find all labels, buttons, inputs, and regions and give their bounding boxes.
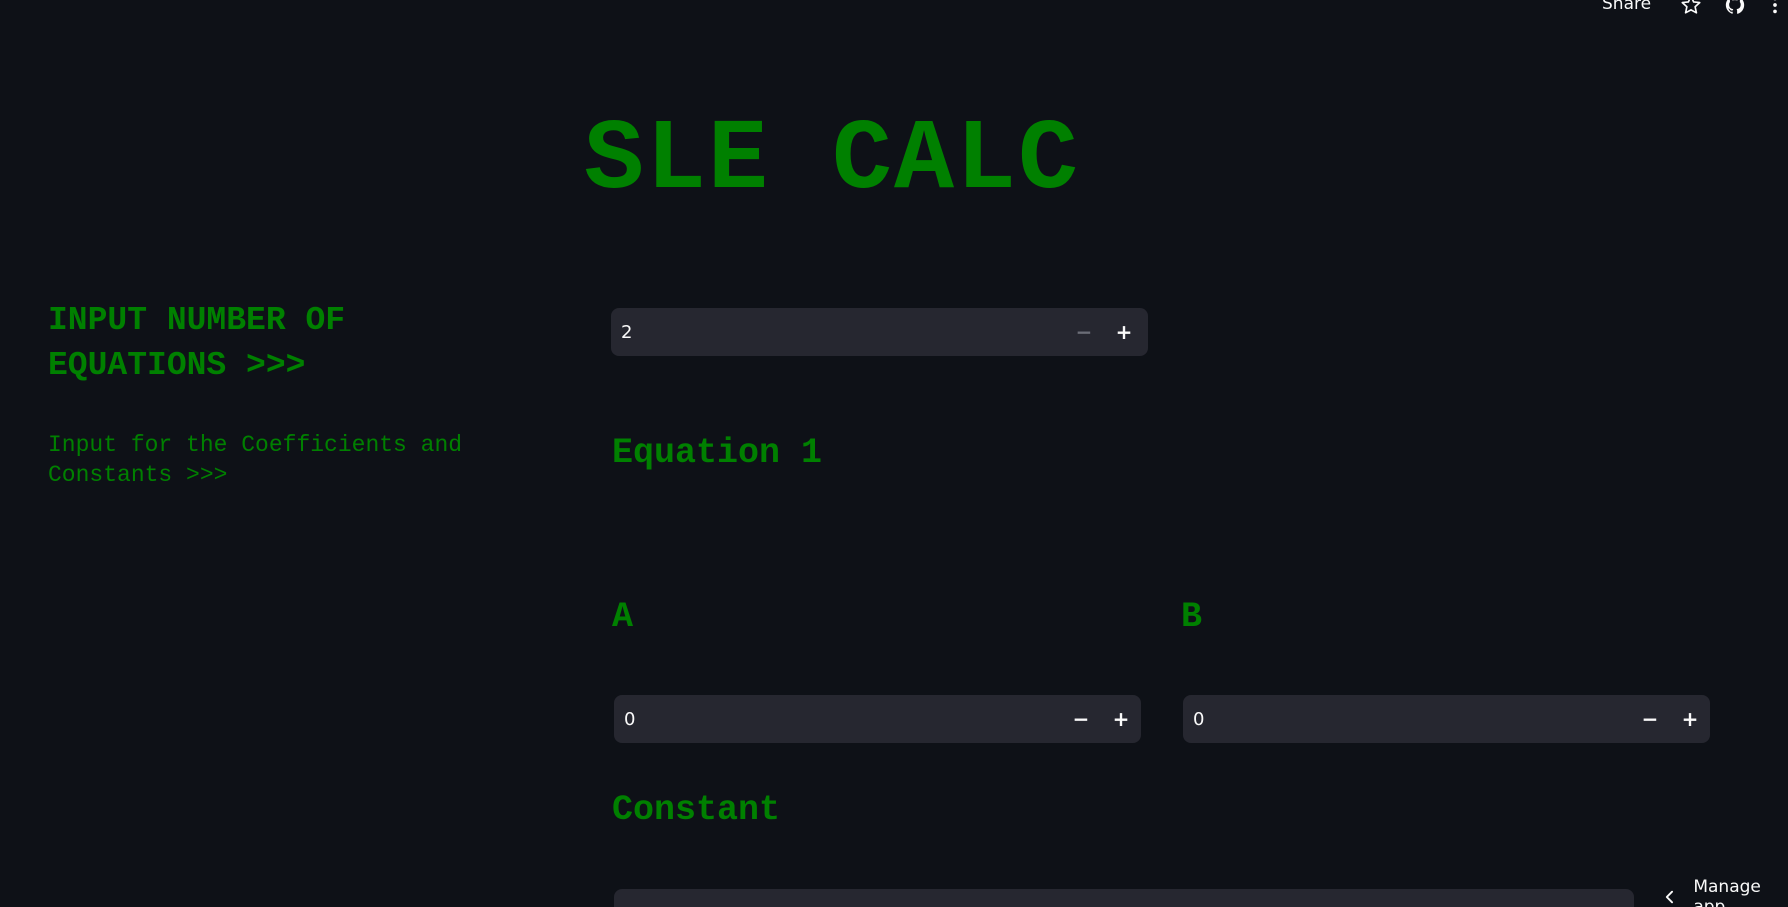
num-equations-value[interactable]: 2 (611, 322, 1064, 343)
num-equations-heading: INPUT NUMBER OF EQUATIONS >>> (48, 302, 346, 384)
coefficient-a-value[interactable]: 0 (614, 709, 1061, 730)
more-vert-icon[interactable] (1764, 0, 1786, 16)
equation-heading: Equation 1 (612, 433, 823, 473)
manage-app-label: Manage app (1693, 877, 1761, 907)
github-icon[interactable] (1724, 0, 1746, 16)
top-toolbar: Share (1588, 0, 1788, 16)
share-button[interactable]: Share (1602, 0, 1651, 14)
coefficients-subheading: Input for the Coefficients and Constants… (48, 432, 463, 488)
coefficient-a-decrement-button[interactable]: − (1061, 695, 1101, 743)
coefficient-b-value[interactable]: 0 (1183, 709, 1630, 730)
num-equations-decrement-button[interactable]: − (1064, 308, 1104, 356)
coefficient-a-label: A (612, 597, 634, 637)
manage-app-button[interactable]: Manage app (1634, 877, 1788, 907)
coefficient-b-input[interactable]: 0 − + (1183, 695, 1710, 743)
coefficient-a-input[interactable]: 0 − + (614, 695, 1141, 743)
num-equations-increment-button[interactable]: + (1104, 308, 1144, 356)
coefficient-b-increment-button[interactable]: + (1670, 695, 1710, 743)
num-equations-input[interactable]: 2 − + (611, 308, 1148, 356)
coefficient-b-label: B (1181, 597, 1203, 637)
constant-input[interactable] (614, 889, 1634, 907)
page-title: SLE CALC (583, 105, 1081, 218)
app-page: Share SLE CALC INPUT NUMBER OF EQUATIONS… (0, 0, 1788, 907)
star-icon[interactable] (1680, 0, 1702, 16)
constant-label: Constant (612, 790, 781, 830)
chevron-left-icon (1665, 890, 1674, 904)
coefficient-a-increment-button[interactable]: + (1101, 695, 1141, 743)
coefficient-b-decrement-button[interactable]: − (1630, 695, 1670, 743)
